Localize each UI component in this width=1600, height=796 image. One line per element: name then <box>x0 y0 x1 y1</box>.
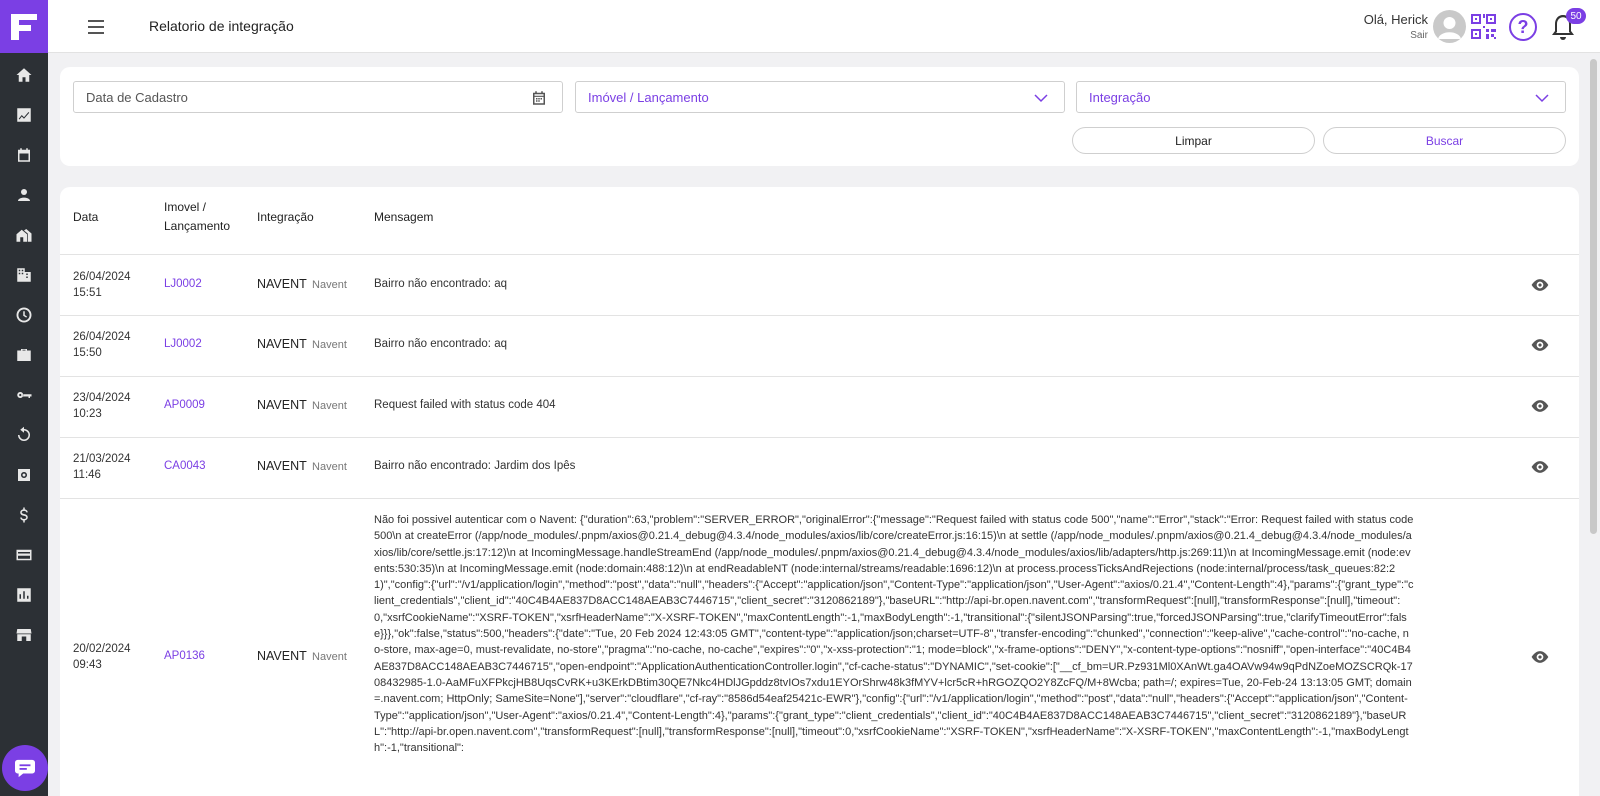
row-integracao: NAVENT Navent <box>257 337 347 351</box>
integration-table: Data Imovel / Lançamento Integração Mens… <box>60 187 1579 796</box>
user-icon[interactable] <box>12 183 36 207</box>
col-header-imovel: Imovel / Lançamento <box>164 200 231 233</box>
page-title: Relatorio de integração <box>149 18 294 34</box>
row-message: Bairro não encontrado: aq <box>374 278 507 290</box>
scrollbar-thumb[interactable] <box>1590 59 1597 534</box>
row-message: Não foi possivel autenticar com o Navent… <box>374 514 1414 755</box>
menu-icon <box>88 20 104 22</box>
top-header: Relatorio de integração Olá, Herick Sair <box>48 0 1600 53</box>
row-date: 20/02/2024 09:43 <box>73 643 131 671</box>
row-imovel-link[interactable]: LJ0002 <box>164 338 202 350</box>
dollar-icon[interactable] <box>12 503 36 527</box>
help-icon[interactable]: ? <box>1509 13 1537 41</box>
date-filter-input[interactable]: Data de Cadastro <box>73 81 563 113</box>
integracao-select-placeholder: Integração <box>1089 89 1151 105</box>
calendar-icon[interactable] <box>530 89 548 107</box>
chevron-down-icon <box>1034 94 1048 103</box>
view-eye-icon[interactable] <box>1530 457 1550 477</box>
row-message: Bairro não encontrado: Jardim dos Ipês <box>374 460 576 472</box>
menu-toggle-button[interactable] <box>88 16 110 38</box>
logo-icon <box>11 13 37 40</box>
filter-panel: Data de Cadastro Imóvel / Lançamento Int… <box>60 67 1579 166</box>
house-icon[interactable] <box>12 223 36 247</box>
row-date: 26/04/2024 15:50 <box>73 331 131 359</box>
row-integracao: NAVENT Navent <box>257 459 347 473</box>
avatar-icon <box>1438 17 1461 39</box>
clock-icon[interactable] <box>12 303 36 327</box>
card-icon[interactable] <box>12 543 36 567</box>
clear-button[interactable]: Limpar <box>1072 127 1315 154</box>
calendar-icon[interactable] <box>12 143 36 167</box>
page-scrollbar[interactable] <box>1588 55 1598 796</box>
avatar[interactable] <box>1433 10 1466 43</box>
view-eye-icon[interactable] <box>1530 647 1550 667</box>
imovel-select[interactable]: Imóvel / Lançamento <box>575 81 1065 113</box>
view-eye-icon[interactable] <box>1530 275 1550 295</box>
date-filter-placeholder: Data de Cadastro <box>86 89 188 105</box>
home-icon[interactable] <box>12 63 36 87</box>
table-row: 26/04/2024 15:51 LJ0002 NAVENT Navent Ba… <box>60 255 1579 316</box>
app-logo[interactable] <box>0 0 48 53</box>
row-message: Request failed with status code 404 <box>374 399 556 411</box>
row-date: 23/04/2024 10:23 <box>73 392 131 420</box>
table-row: 26/04/2024 15:50 LJ0002 NAVENT Navent Ba… <box>60 316 1579 377</box>
col-header-integracao: Integração <box>257 210 314 224</box>
row-imovel-link[interactable]: CA0043 <box>164 460 206 472</box>
key-icon[interactable] <box>12 383 36 407</box>
table-row: 20/02/2024 09:43 AP0136 NAVENT Navent Nã… <box>60 499 1579 796</box>
view-eye-icon[interactable] <box>1530 335 1550 355</box>
row-integracao: NAVENT Navent <box>257 649 347 663</box>
chart-icon[interactable] <box>12 103 36 127</box>
qr-code-icon[interactable] <box>1470 13 1497 40</box>
row-imovel-link[interactable]: AP0136 <box>164 650 205 662</box>
briefcase-icon[interactable] <box>12 343 36 367</box>
user-greeting: Olá, Herick Sair <box>1364 12 1428 41</box>
notification-badge: 50 <box>1566 8 1586 24</box>
greeting-text: Olá, Herick <box>1363 12 1428 27</box>
sidebar <box>0 0 48 796</box>
chat-icon <box>15 759 35 778</box>
table-row: 21/03/2024 11:46 CA0043 NAVENT Navent Ba… <box>60 438 1579 499</box>
store-icon[interactable] <box>12 623 36 647</box>
building-icon[interactable] <box>12 263 36 287</box>
col-header-mensagem: Mensagem <box>374 210 434 224</box>
table-header: Data Imovel / Lançamento Integração Mens… <box>60 187 1579 255</box>
view-eye-icon[interactable] <box>1530 396 1550 416</box>
row-integracao: NAVENT Navent <box>257 398 347 412</box>
search-button[interactable]: Buscar <box>1323 127 1566 154</box>
integracao-select[interactable]: Integração <box>1076 81 1566 113</box>
logout-link[interactable]: Sair <box>1364 30 1428 41</box>
row-imovel-link[interactable]: AP0009 <box>164 399 205 411</box>
row-integracao: NAVENT Navent <box>257 277 347 291</box>
col-header-date: Data <box>73 210 99 224</box>
table-row: 23/04/2024 10:23 AP0009 NAVENT Navent Re… <box>60 377 1579 438</box>
row-imovel-link[interactable]: LJ0002 <box>164 278 202 290</box>
chat-button[interactable] <box>2 745 48 791</box>
row-date: 26/04/2024 15:51 <box>73 271 131 299</box>
row-date: 21/03/2024 11:46 <box>73 453 131 481</box>
refresh-icon[interactable] <box>12 423 36 447</box>
row-message: Bairro não encontrado: aq <box>374 338 507 350</box>
imovel-select-placeholder: Imóvel / Lançamento <box>588 89 709 105</box>
report-icon[interactable] <box>12 583 36 607</box>
settings-icon[interactable] <box>12 463 36 487</box>
chevron-down-icon <box>1535 94 1549 103</box>
